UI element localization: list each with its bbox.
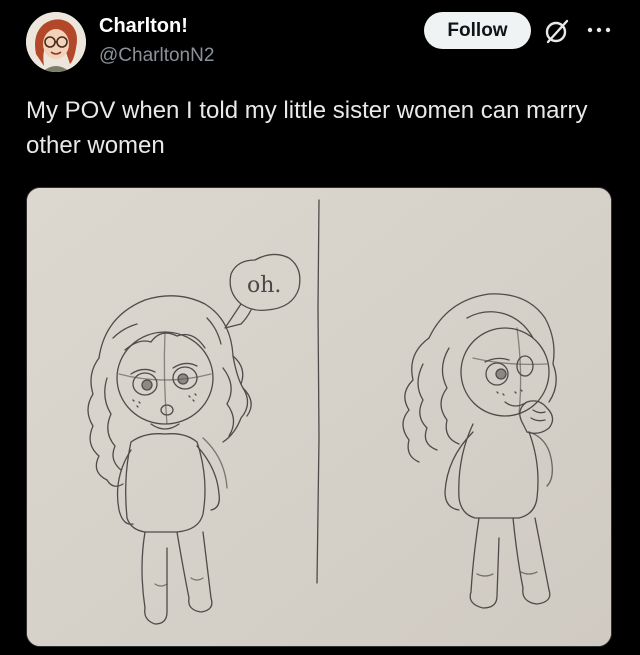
more-options-icon[interactable]	[585, 20, 613, 40]
tweet-text: My POV when I told my little sister wome…	[26, 97, 588, 159]
tweet-header: Charlton! @CharltonN2 Follow	[0, 0, 640, 80]
avatar[interactable]	[26, 12, 86, 72]
display-name[interactable]: Charlton!	[99, 15, 188, 38]
follow-button[interactable]: Follow	[424, 12, 531, 49]
user-handle[interactable]: @CharltonN2	[99, 45, 214, 67]
grok-icon[interactable]	[541, 15, 573, 47]
speech-bubble-text: oh.	[247, 273, 281, 298]
tweet-image[interactable]: oh.	[26, 187, 612, 647]
comic-drawing: oh.	[27, 188, 611, 646]
